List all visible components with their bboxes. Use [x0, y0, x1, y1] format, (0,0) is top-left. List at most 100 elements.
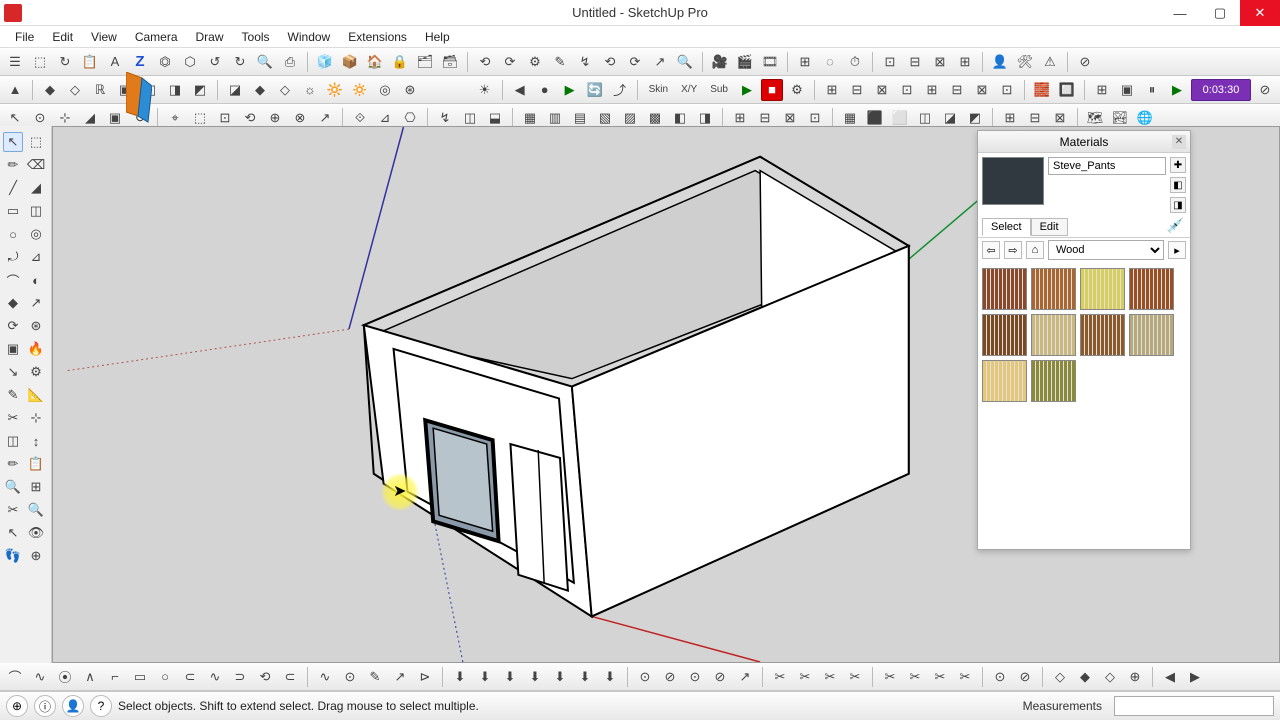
toolbar-button[interactable]: ⊞	[921, 79, 943, 101]
toolbar-button[interactable]: ⊡	[996, 79, 1018, 101]
toolbar-button[interactable]: ◆	[39, 79, 61, 101]
swatch-wood-mahogany[interactable]	[1129, 268, 1174, 310]
toolbar-button[interactable]: A	[104, 51, 126, 73]
toolbar-button[interactable]: Skin	[644, 79, 673, 101]
toolbar-button[interactable]: ✎	[364, 666, 386, 688]
toolbar-button[interactable]: ⊟	[846, 79, 868, 101]
tool-button[interactable]: ◢	[26, 178, 46, 198]
library-menu-button[interactable]: ▸	[1168, 241, 1186, 259]
toolbar-button[interactable]: ⊠	[871, 79, 893, 101]
toolbar-button[interactable]: ⊞	[954, 51, 976, 73]
toolbar-button[interactable]: ∿	[314, 666, 336, 688]
toolbar-button[interactable]: ⊠	[929, 51, 951, 73]
toolbar-button[interactable]: ⊡	[879, 51, 901, 73]
toolbar-button[interactable]: ⊞	[1091, 79, 1113, 101]
tool-button[interactable]: ✎	[3, 385, 23, 405]
tool-button[interactable]: ↘	[3, 362, 23, 382]
tool-button[interactable]: ◫	[3, 431, 23, 451]
tool-button[interactable]: ⤾	[3, 247, 23, 267]
tool-button[interactable]: 👁	[26, 523, 46, 543]
play-button[interactable]: ▶	[1166, 79, 1188, 101]
toolbar-button[interactable]: ⊛	[399, 79, 421, 101]
record-stop-button[interactable]: ■	[761, 79, 783, 101]
toolbar-button[interactable]: 🔍	[254, 51, 276, 73]
minimize-button[interactable]: —	[1160, 0, 1200, 26]
toolbar-button[interactable]: ⟲	[254, 666, 276, 688]
toolbar-button[interactable]: ⟳	[624, 51, 646, 73]
swatch-wood-pine[interactable]	[1080, 268, 1125, 310]
materials-close-button[interactable]: ✕	[1172, 135, 1186, 149]
play-button[interactable]: ▶	[559, 79, 581, 101]
toolbar-button[interactable]: 🎞	[759, 51, 781, 73]
toolbar-button[interactable]: ⤴	[609, 79, 631, 101]
toolbar-button[interactable]: ⊠	[971, 79, 993, 101]
toolbar-button[interactable]: ⊘	[709, 666, 731, 688]
toolbar-button[interactable]: ⬇	[449, 666, 471, 688]
toolbar-button[interactable]: ⬇	[524, 666, 546, 688]
toolbar-button[interactable]: ⊟	[946, 79, 968, 101]
toolbar-button[interactable]: ℝ	[89, 79, 111, 101]
menu-view[interactable]: View	[82, 30, 126, 44]
toolbar-button[interactable]: ↺	[204, 51, 226, 73]
toolbar-button[interactable]: ◇	[64, 79, 86, 101]
toolbar-button[interactable]: ⊕	[1124, 666, 1146, 688]
tool-button[interactable]: ↕	[26, 431, 46, 451]
tool-button[interactable]: ⊕	[26, 546, 46, 566]
tool-button[interactable]: ✂	[3, 500, 23, 520]
eyedropper-icon[interactable]: 💉	[1167, 217, 1184, 234]
menu-edit[interactable]: Edit	[43, 30, 82, 44]
toolbar-button[interactable]: ✂	[929, 666, 951, 688]
tool-button[interactable]: 📐	[26, 385, 46, 405]
toolbar-button[interactable]: ☼	[299, 79, 321, 101]
play-button[interactable]: ▶	[736, 79, 758, 101]
toolbar-button[interactable]: ↻	[54, 51, 76, 73]
user-icon[interactable]: 👤	[62, 695, 84, 717]
tab-select[interactable]: Select	[982, 218, 1031, 236]
toolbar-button[interactable]: ○	[154, 666, 176, 688]
toolbar-button[interactable]: X/Y	[676, 79, 702, 101]
toolbar-button[interactable]: ⟲	[599, 51, 621, 73]
nav-forward-button[interactable]: ⇨	[1004, 241, 1022, 259]
toolbar-button[interactable]: ◀	[509, 79, 531, 101]
tab-edit[interactable]: Edit	[1031, 218, 1068, 236]
toolbar-button[interactable]: ◇	[1099, 666, 1121, 688]
toolbar-button[interactable]: 🔆	[324, 79, 346, 101]
swatch-wood-olive[interactable]	[1031, 360, 1076, 402]
toolbar-button[interactable]: ●	[534, 79, 556, 101]
tool-button[interactable]: ⊞	[26, 477, 46, 497]
toolbar-button[interactable]: ⊞	[794, 51, 816, 73]
toolbar-button[interactable]: ⌐	[104, 666, 126, 688]
tool-button[interactable]: ✂	[3, 408, 23, 428]
credits-icon[interactable]: ⓘ	[34, 695, 56, 717]
toolbar-button[interactable]: ◪	[224, 79, 246, 101]
toolbar-button[interactable]: ↻	[229, 51, 251, 73]
toolbar-button[interactable]: ⏱	[844, 51, 866, 73]
z-axis-button[interactable]: Z	[129, 51, 151, 73]
toolbar-button[interactable]: ◨	[164, 79, 186, 101]
viewport-3d[interactable]: ➤ Materials ✕ Steve_Pants ✚ ◧ ◨ Select E…	[52, 126, 1280, 663]
create-material-button[interactable]: ✚	[1170, 157, 1186, 173]
toolbar-button[interactable]: 🎬	[734, 51, 756, 73]
toolbar-button[interactable]: ◀	[1159, 666, 1181, 688]
measurements-input[interactable]	[1114, 696, 1274, 716]
toolbar-button[interactable]: 🧱	[1031, 79, 1053, 101]
toolbar-button[interactable]: ✂	[904, 666, 926, 688]
close-button[interactable]: ✕	[1240, 0, 1280, 26]
tool-button[interactable]: ⌒	[3, 270, 23, 290]
toolbar-button[interactable]: ▭	[129, 666, 151, 688]
tool-button[interactable]: ◎	[26, 224, 46, 244]
swatch-wood-birch[interactable]	[982, 360, 1027, 402]
toolbar-button[interactable]: ◇	[274, 79, 296, 101]
swatch-wood-ash[interactable]	[1031, 314, 1076, 356]
tool-button[interactable]: ▭	[3, 201, 23, 221]
toolbar-button[interactable]: ☀	[474, 79, 496, 101]
toolbar-button[interactable]: ▲	[4, 79, 26, 101]
toolbar-button[interactable]: ∿	[29, 666, 51, 688]
toolbar-button[interactable]: ✂	[769, 666, 791, 688]
toolbar-button[interactable]: ⌒	[4, 666, 26, 688]
tool-button[interactable]: ▣	[3, 339, 23, 359]
toolbar-button[interactable]: ⦿	[54, 666, 76, 688]
toolbar-button[interactable]: 🗂	[414, 51, 436, 73]
tool-button[interactable]: ⊿	[26, 247, 46, 267]
toolbar-button[interactable]: ⬡	[179, 51, 201, 73]
